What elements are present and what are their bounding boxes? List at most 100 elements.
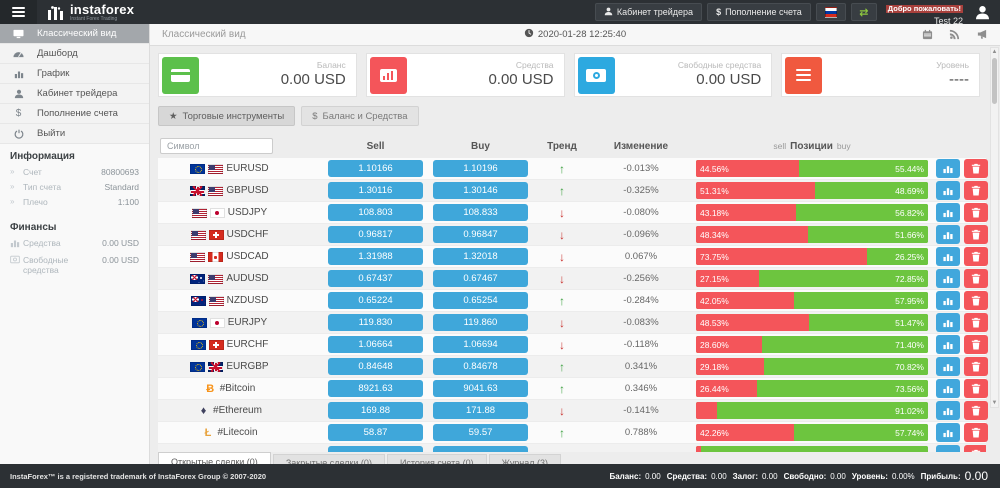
sell-button[interactable]: 1.30116 (328, 182, 423, 199)
buy-button[interactable]: 59.57 (433, 424, 528, 441)
buy-button[interactable]: 0.65254 (433, 292, 528, 309)
tab-journal[interactable]: Журнал (3) (489, 454, 561, 464)
sell-button[interactable]: 108.803 (328, 204, 423, 221)
sidebar-item-classic-view[interactable]: Классический вид (0, 24, 149, 44)
menu-toggle-icon[interactable] (0, 0, 37, 24)
open-chart-button[interactable] (936, 225, 960, 244)
remove-symbol-button[interactable] (964, 269, 988, 288)
card-text: Средства0.00 USD (488, 60, 560, 89)
sell-button[interactable]: 8921.63 (328, 380, 423, 397)
scroll-up-icon[interactable]: ▲ (991, 48, 998, 56)
tab-closed-trades[interactable]: Закрытые сделки (0) (273, 454, 385, 464)
remove-symbol-button[interactable] (964, 313, 988, 332)
sidebar-item-dashboard[interactable]: Дашборд (0, 44, 149, 64)
remove-symbol-button[interactable] (964, 357, 988, 376)
megaphone-icon[interactable] (976, 29, 988, 40)
open-chart-button[interactable] (936, 159, 960, 178)
bars-chart-icon (0, 69, 37, 79)
buy-positions-segment: 48.69% (815, 182, 928, 199)
table-row: ♦#Ethereum169.88171.88↓-0.141%91.02% (158, 400, 986, 422)
remove-symbol-button[interactable] (964, 225, 988, 244)
sidebar-item-label: Классический вид (37, 28, 116, 39)
sidebar-item-logout[interactable]: Выйти (0, 124, 149, 144)
sell-button[interactable]: 0.84648 (328, 358, 423, 375)
footer-stat-value: 0.00 (711, 472, 727, 481)
sell-cell: 1.06664 (323, 336, 428, 353)
remove-symbol-button[interactable] (964, 423, 988, 442)
buy-button[interactable]: 119.860 (433, 314, 528, 331)
sell-button[interactable]: 0.67437 (328, 270, 423, 287)
open-chart-button[interactable] (936, 445, 960, 452)
sell-button[interactable]: 0.65224 (328, 292, 423, 309)
open-chart-button[interactable] (936, 181, 960, 200)
sell-cell: 0.96817 (323, 226, 428, 243)
balance-funds-button[interactable]: $Баланс и Средства (301, 106, 418, 126)
buy-button[interactable]: 9041.63 (433, 380, 528, 397)
buy-positions-segment: 91.02% (717, 402, 928, 419)
buy-button[interactable]: 1.30146 (433, 182, 528, 199)
open-chart-button[interactable] (936, 357, 960, 376)
open-chart-button[interactable] (936, 269, 960, 288)
card-text: Баланс0.00 USD (281, 60, 353, 89)
open-chart-button[interactable] (936, 423, 960, 442)
remove-symbol-button[interactable] (964, 379, 988, 398)
sell-button[interactable]: 1.31988 (328, 248, 423, 265)
buy-button[interactable]: 1.10196 (433, 160, 528, 177)
buy-button[interactable]: 108.833 (433, 204, 528, 221)
open-chart-button[interactable] (936, 335, 960, 354)
remove-symbol-button[interactable] (964, 181, 988, 200)
remove-symbol-button[interactable] (964, 401, 988, 420)
scroll-down-icon[interactable]: ▼ (991, 399, 998, 407)
buy-button[interactable]: 0.67467 (433, 270, 528, 287)
remove-symbol-button[interactable] (964, 335, 988, 354)
arrow-down-icon: ↓ (559, 272, 565, 286)
sidebar-item-chart[interactable]: График (0, 64, 149, 84)
sell-button[interactable]: 119.830 (328, 314, 423, 331)
deposit-button[interactable]: $ Пополнение счета (707, 3, 811, 21)
rss-icon[interactable] (949, 29, 960, 40)
account-switch-button[interactable]: ⇄ (851, 3, 877, 21)
trader-cabinet-button[interactable]: Кабинет трейдера (595, 3, 702, 21)
sell-button[interactable] (328, 446, 423, 452)
remove-symbol-button[interactable] (964, 203, 988, 222)
change-value: -0.256% (623, 273, 658, 284)
table-header: Sell Buy Тренд Изменение sellПозицииbuy (158, 134, 986, 158)
sidebar-item-deposit[interactable]: $Пополнение счета (0, 104, 149, 124)
remove-symbol-button[interactable] (964, 247, 988, 266)
col-buy: Buy (428, 141, 533, 152)
symbol-cell: Ƀ#Bitcoin (158, 383, 323, 395)
buy-button[interactable]: 1.32018 (433, 248, 528, 265)
open-chart-button[interactable] (936, 291, 960, 310)
tab-account-history[interactable]: История счета (0) (387, 454, 487, 464)
remove-symbol-button[interactable] (964, 291, 988, 310)
language-button[interactable] (816, 3, 846, 21)
calendar-icon[interactable] (922, 29, 933, 40)
sidebar-item-trader-cabinet[interactable]: Кабинет трейдера (0, 84, 149, 104)
avatar-icon[interactable] (972, 2, 992, 22)
trading-instruments-button[interactable]: ★Торговые инструменты (158, 106, 295, 126)
scrollbar[interactable]: ▲ ▼ (990, 47, 999, 408)
sell-button[interactable]: 169.88 (328, 402, 423, 419)
buy-button[interactable]: 1.06694 (433, 336, 528, 353)
tab-open-trades[interactable]: Открытые сделки (0) (158, 452, 271, 464)
scrollbar-thumb[interactable] (992, 58, 997, 104)
sell-button[interactable]: 1.10166 (328, 160, 423, 177)
remove-symbol-button[interactable] (964, 445, 986, 452)
remove-symbol-button[interactable] (964, 159, 988, 178)
sell-button[interactable]: 0.96817 (328, 226, 423, 243)
open-chart-button[interactable] (936, 203, 960, 222)
open-chart-button[interactable] (936, 401, 960, 420)
symbol-search-input[interactable] (160, 138, 273, 154)
open-chart-button[interactable] (936, 247, 960, 266)
sell-button[interactable]: 58.87 (328, 424, 423, 441)
buy-button[interactable]: 0.84678 (433, 358, 528, 375)
buy-button[interactable]: 171.88 (433, 402, 528, 419)
buy-button[interactable] (433, 446, 528, 452)
buy-button[interactable]: 0.96847 (433, 226, 528, 243)
open-chart-button[interactable] (936, 379, 960, 398)
open-chart-button[interactable] (936, 313, 960, 332)
sell-button[interactable]: 1.06664 (328, 336, 423, 353)
card-label: Уровень (936, 60, 969, 71)
actions-cell (933, 401, 991, 420)
positions-bar: 42.05%57.95% (696, 292, 928, 309)
